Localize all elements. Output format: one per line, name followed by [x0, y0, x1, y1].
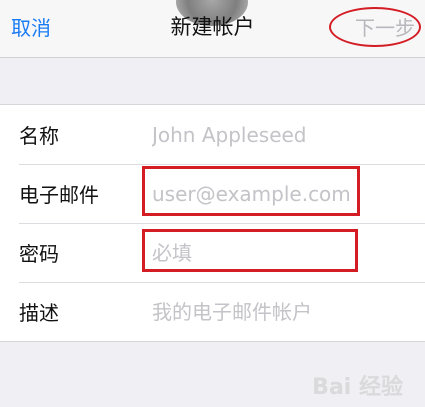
- description-label: 描述: [19, 301, 59, 325]
- navigation-bar: 取消 新建帐户 下一步: [0, 0, 425, 58]
- password-label: 密码: [19, 242, 59, 266]
- email-label: 电子邮件: [19, 183, 99, 207]
- form-row-email: 电子邮件: [0, 164, 425, 223]
- form-row-password: 密码: [0, 223, 425, 282]
- form-row-name: 名称: [0, 105, 425, 164]
- email-input[interactable]: [150, 181, 412, 206]
- description-input[interactable]: [150, 299, 412, 324]
- next-button[interactable]: 下一步: [355, 14, 415, 42]
- form-row-description: 描述: [0, 282, 425, 341]
- account-form: 名称 电子邮件 密码 描述: [0, 104, 425, 342]
- password-input[interactable]: [150, 240, 412, 265]
- name-input[interactable]: [150, 122, 412, 147]
- baidu-watermark: Bai 经验: [312, 375, 403, 400]
- name-label: 名称: [19, 124, 59, 148]
